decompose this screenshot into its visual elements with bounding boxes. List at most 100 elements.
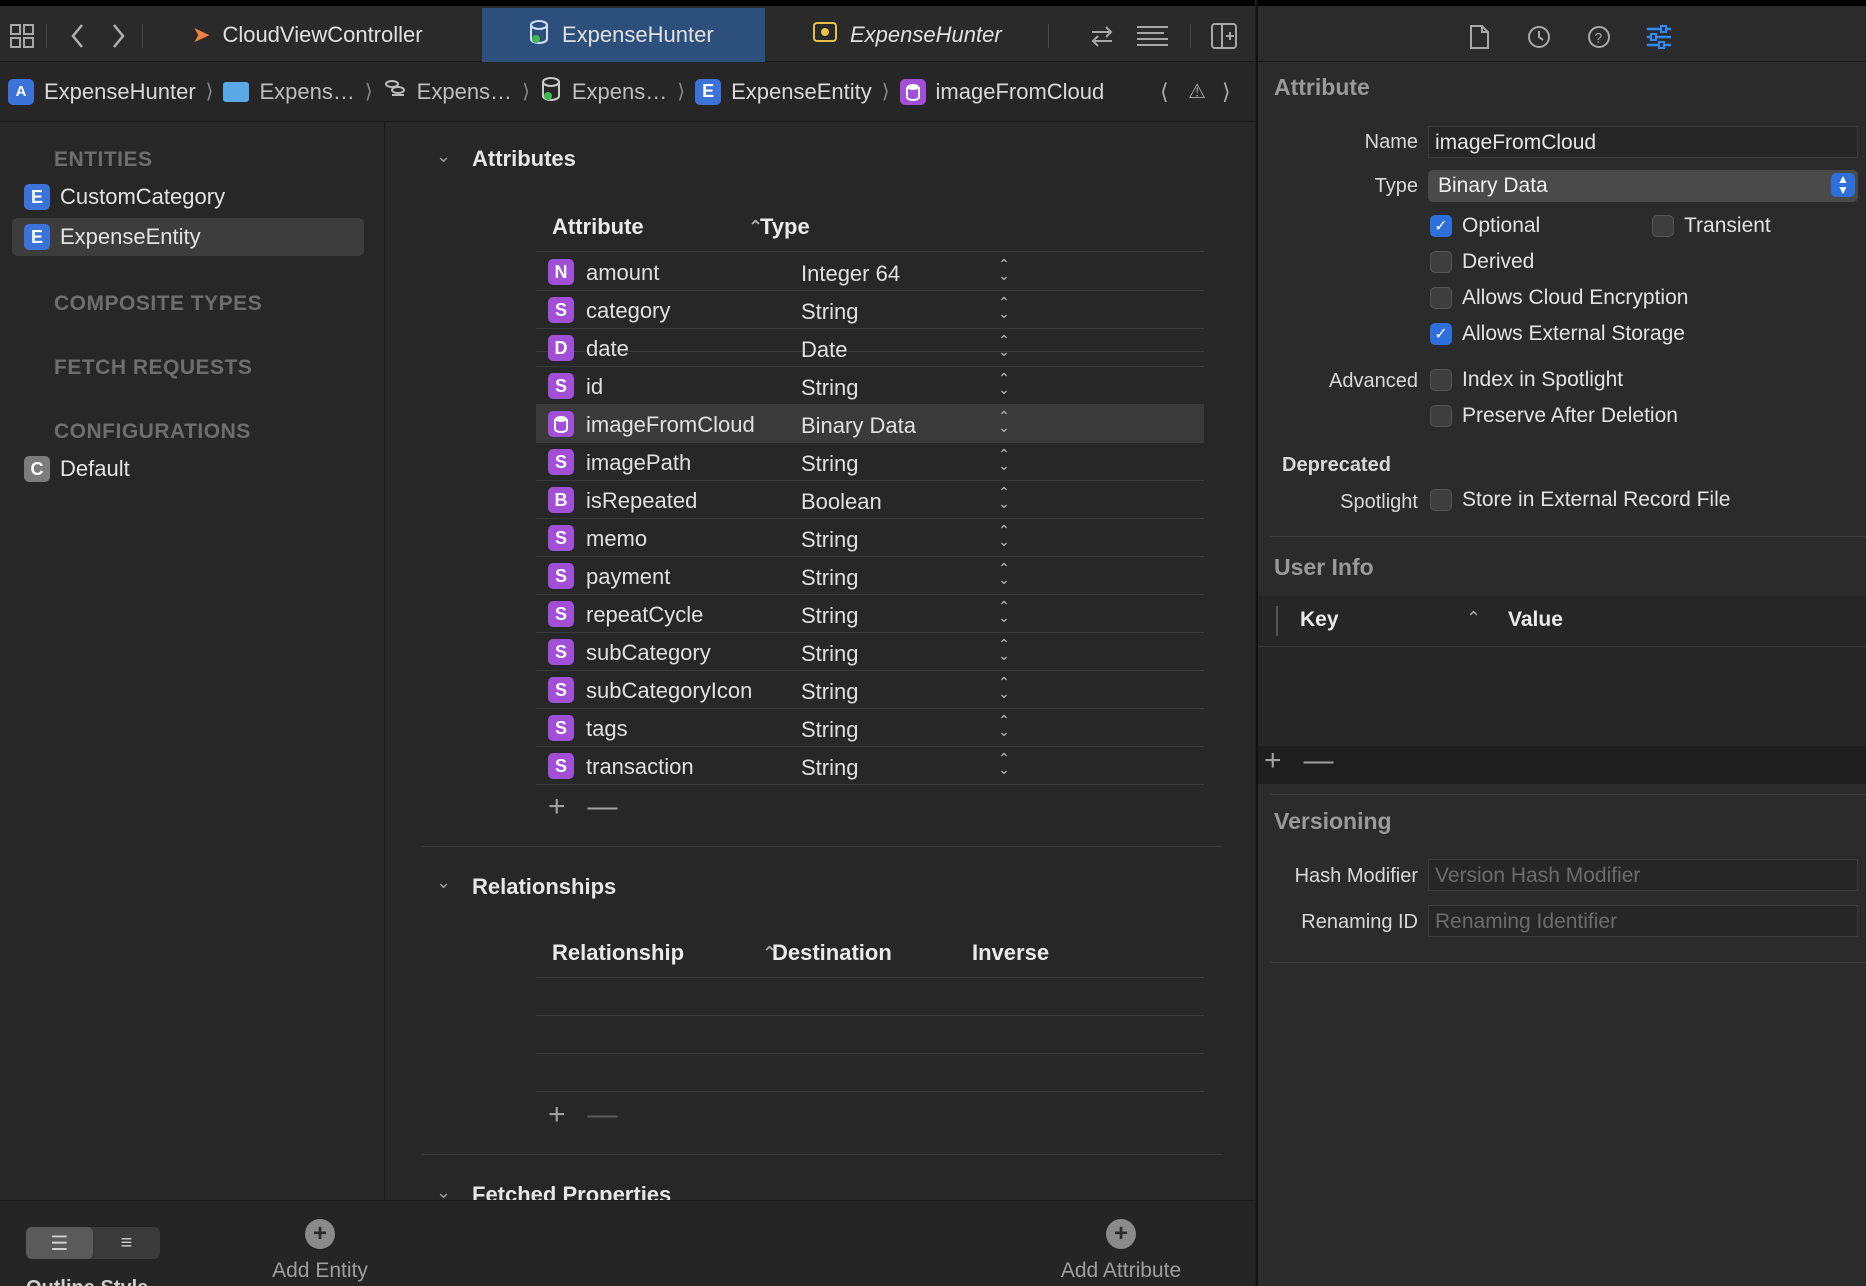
attribute-name[interactable]: payment [586,564,670,590]
attribute-name[interactable]: tags [586,716,628,742]
popup-arrows-icon[interactable]: ⌃ ⌄ [996,371,1012,396]
configuration-item-default[interactable]: C Default [12,450,364,488]
popup-arrows-icon[interactable]: ⌃ ⌄ [996,599,1012,624]
breadcrumb-attribute[interactable]: imageFromCloud [899,78,1104,105]
breadcrumb-group[interactable]: Expens… [383,77,512,107]
popup-arrows-icon[interactable]: ⌃ ⌄ [996,637,1012,662]
key-column-header[interactable]: Key [1300,608,1339,632]
attribute-type-popup[interactable]: String [801,717,858,743]
lines-menu-icon[interactable] [1136,20,1168,52]
attribute-row[interactable]: SrepeatCycle String ⌃ ⌄ [536,595,1204,633]
popup-arrows-icon[interactable]: ⌃ ⌄ [996,561,1012,586]
attribute-name[interactable]: amount [586,260,659,286]
remove-attribute-minus-button[interactable]: — [588,790,618,824]
chevron-right-icon[interactable]: ⟩ [1222,79,1231,105]
destination-column-header[interactable]: Destination [772,940,892,966]
file-icon[interactable] [1464,22,1494,52]
chevron-down-icon[interactable]: ⌄ [436,872,451,893]
attribute-row[interactable]: Ddate Date ⌃ ⌄ [536,329,1204,367]
table-style-icon[interactable]: ☰ [26,1227,93,1259]
add-entity-button[interactable]: + Add Entity [220,1219,420,1283]
remove-user-info-minus-button[interactable]: — [1304,744,1334,778]
add-attribute-button[interactable]: + Add Attribute [1021,1219,1221,1283]
forward-arrow-icon[interactable] [102,20,134,52]
help-question-icon[interactable]: ? [1584,22,1614,52]
chevron-down-icon[interactable]: ⌄ [436,146,451,167]
preserve-after-deletion-checkbox[interactable]: Preserve After Deletion [1430,404,1678,428]
attribute-type-popup[interactable]: String [801,527,858,553]
add-relationship-plus-button[interactable]: + [548,1098,566,1132]
renaming-id-field[interactable]: Renaming Identifier [1428,905,1858,937]
breadcrumb-entity[interactable]: E ExpenseEntity [695,78,872,105]
swap-arrows-icon[interactable] [1086,20,1118,52]
popup-arrows-icon[interactable]: ⌃ ⌄ [996,257,1012,282]
attribute-row[interactable]: Sid String ⌃ ⌄ [536,367,1204,405]
attribute-name-field[interactable]: imageFromCloud [1428,126,1858,158]
attribute-name[interactable]: imageFromCloud [586,412,755,438]
entity-item-expenseentity[interactable]: E ExpenseEntity [12,218,364,256]
attribute-name[interactable]: isRepeated [586,488,697,514]
attribute-type-popup[interactable]: String [801,299,858,325]
attribute-type-popup[interactable]: Binary Data [801,413,916,439]
popup-arrows-icon[interactable]: ⌃ ⌄ [996,295,1012,320]
attribute-row[interactable]: SimagePath String ⌃ ⌄ [536,443,1204,481]
attribute-name[interactable]: transaction [586,754,694,780]
value-column-header[interactable]: Value [1508,608,1563,632]
attribute-row[interactable]: SsubCategoryIcon String ⌃ ⌄ [536,671,1204,709]
derived-checkbox[interactable]: Derived [1430,250,1534,274]
attribute-name[interactable]: subCategoryIcon [586,678,752,704]
warning-icon[interactable]: ⚠ [1188,79,1206,104]
attribute-type-popup[interactable]: Date [801,337,847,363]
split-editor-icon[interactable] [1208,20,1240,52]
attribute-name[interactable]: imagePath [586,450,691,476]
tab-expensehunter-asset[interactable]: ExpenseHunter [800,8,1014,62]
chevron-down-icon[interactable]: ⌄ [436,1182,451,1200]
attribute-row[interactable]: Spayment String ⌃ ⌄ [536,557,1204,595]
attribute-row[interactable]: Scategory String ⌃ ⌄ [536,291,1204,329]
attribute-type-popup[interactable]: String [801,603,858,629]
optional-checkbox[interactable]: ✓ Optional [1430,214,1540,238]
attribute-column-header[interactable]: Attribute [552,214,644,240]
index-in-spotlight-checkbox[interactable]: Index in Spotlight [1430,368,1623,392]
sort-ascending-icon[interactable]: ⌃ [1466,608,1481,629]
attribute-name[interactable]: id [586,374,603,400]
attribute-name[interactable]: subCategory [586,640,711,666]
outline-style-segmented-control[interactable]: ☰ ≡ [26,1227,160,1259]
attribute-name[interactable]: memo [586,526,647,552]
attribute-type-select[interactable]: Binary Data ▲ ▼ [1428,170,1858,202]
popup-arrows-icon[interactable]: ⌃ ⌄ [996,713,1012,738]
grid-icon[interactable] [6,20,38,52]
breadcrumb-project[interactable]: A ExpenseHunter [8,78,196,105]
attribute-row[interactable]: SsubCategory String ⌃ ⌄ [536,633,1204,671]
popup-arrows-icon[interactable]: ⌃ ⌄ [996,523,1012,548]
tab-cloudviewcontroller[interactable]: ➤ CloudViewController [180,8,435,62]
attribute-row[interactable]: Stags String ⌃ ⌄ [536,709,1204,747]
attribute-type-popup[interactable]: Boolean [801,489,882,515]
attribute-row[interactable]: Smemo String ⌃ ⌄ [536,519,1204,557]
hash-modifier-field[interactable]: Version Hash Modifier [1428,859,1858,891]
history-clock-icon[interactable] [1524,22,1554,52]
popup-arrows-icon[interactable]: ⌃ ⌄ [996,485,1012,510]
attribute-type-popup[interactable]: String [801,641,858,667]
allows-external-storage-checkbox[interactable]: ✓ Allows External Storage [1430,322,1685,346]
add-user-info-plus-button[interactable]: + [1264,744,1282,778]
add-attribute-plus-button[interactable]: + [548,790,566,824]
popup-arrows-icon[interactable]: ⌃ ⌄ [996,751,1012,776]
attribute-row[interactable]: Namount Integer 64 ⌃ ⌄ [536,253,1204,291]
store-external-record-checkbox[interactable]: Store in External Record File [1430,488,1730,512]
entity-item-customcategory[interactable]: E CustomCategory [12,178,364,216]
type-column-header[interactable]: Type [760,214,810,240]
graph-style-icon[interactable]: ≡ [93,1227,160,1259]
popup-arrows-icon[interactable]: ⌃ ⌄ [996,447,1012,472]
attribute-type-popup[interactable]: String [801,679,858,705]
chevron-left-icon[interactable]: ⟨ [1160,79,1169,105]
attribute-type-popup[interactable]: String [801,565,858,591]
transient-checkbox[interactable]: Transient [1652,214,1771,238]
attribute-name[interactable]: date [586,336,629,362]
attribute-name[interactable]: category [586,298,670,324]
inverse-column-header[interactable]: Inverse [972,940,1049,966]
breadcrumb-model[interactable]: Expens… [540,76,667,108]
attribute-name[interactable]: repeatCycle [586,602,703,628]
attribute-type-popup[interactable]: Integer 64 [801,261,900,287]
attribute-type-popup[interactable]: String [801,451,858,477]
